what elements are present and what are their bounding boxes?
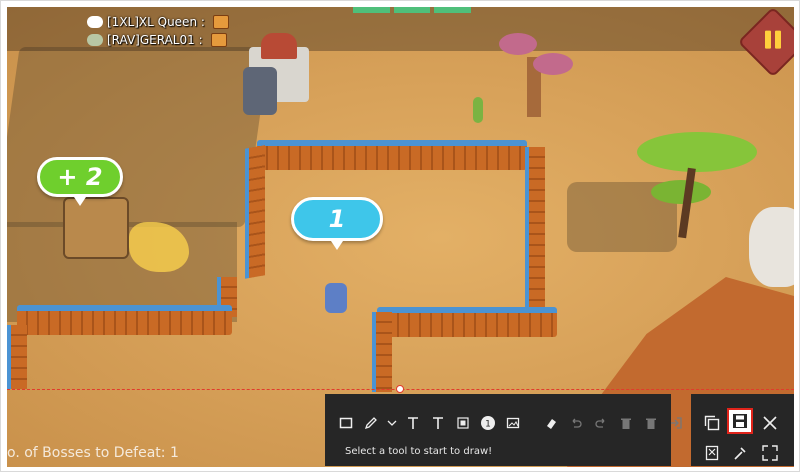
pause-icon — [763, 30, 783, 51]
reward-bubble: + 2 — [37, 157, 123, 206]
text-icon[interactable] — [402, 412, 424, 434]
pen-icon[interactable] — [360, 412, 382, 434]
action-bar — [691, 394, 794, 466]
delete-icon[interactable] — [615, 412, 637, 434]
close-icon[interactable] — [757, 410, 783, 436]
chat-row-1: [1XL]XL Queen : — [87, 15, 229, 29]
chat-bubble-icon — [87, 16, 103, 28]
cake-icon — [212, 15, 229, 29]
chevron-down-icon[interactable] — [385, 412, 399, 434]
chat-row-2: [RAV]GERAL01 : — [87, 33, 227, 47]
crown-icon — [87, 34, 103, 46]
tool-row: 1 — [335, 412, 690, 434]
text-box-icon[interactable] — [427, 412, 449, 434]
toolbar-hint: Select a tool to start to draw! — [345, 446, 493, 457]
undo-icon[interactable] — [565, 412, 587, 434]
eyedropper-icon[interactable] — [727, 440, 753, 466]
pin-icon[interactable] — [699, 440, 725, 466]
fence-left-bottom — [17, 305, 232, 335]
redo-icon[interactable] — [590, 412, 612, 434]
treasure-chest[interactable] — [63, 197, 129, 259]
svg-text:1: 1 — [485, 420, 491, 430]
exit-edit-icon[interactable] — [665, 412, 687, 434]
separator — [527, 412, 537, 434]
fence-right — [525, 147, 545, 312]
chat-row-2-name: [RAV]GERAL01 : — [107, 33, 203, 47]
terrain-shadow-left — [7, 47, 270, 227]
waypoint-bubble: 1 — [291, 197, 383, 250]
screenshot-frame: + 2 1 [1XL]XL Queen : [RAV]GERAL01 : o. … — [0, 0, 800, 472]
eraser-icon[interactable] — [540, 412, 562, 434]
selection-handle-mid[interactable] — [396, 385, 404, 393]
fence-inner-down — [372, 312, 392, 392]
fullscreen-icon[interactable] — [757, 440, 783, 466]
fog-cloud — [749, 207, 794, 287]
reward-bubble-text: + 2 — [57, 163, 103, 191]
drawing-toolbar: 1 Select a tool to start to draw! — [325, 394, 682, 466]
bosses-to-defeat-text: o. of Bosses to Defeat: 1 — [7, 445, 179, 461]
cactus — [473, 97, 483, 123]
save-icon[interactable] — [727, 408, 753, 434]
copy-icon[interactable] — [699, 410, 725, 436]
fence-top — [257, 140, 527, 170]
acacia-tree — [637, 132, 757, 242]
step-number-icon[interactable]: 1 — [477, 412, 499, 434]
player-soldier[interactable] — [325, 283, 347, 313]
fence-left-upper — [245, 145, 265, 279]
clear-all-icon[interactable] — [640, 412, 662, 434]
waypoint-bubble-text: 1 — [328, 205, 346, 233]
chat-row-1-name: [1XL]XL Queen : — [107, 15, 205, 29]
fence-right-bottom — [377, 307, 557, 337]
image-icon[interactable] — [502, 412, 524, 434]
desert-tree — [499, 27, 589, 122]
enemy-tower[interactable] — [235, 27, 315, 117]
top-progress-bar — [353, 7, 472, 13]
fence-far-left — [7, 325, 27, 389]
mosaic-icon[interactable] — [452, 412, 474, 434]
cake-icon — [210, 33, 227, 47]
rectangle-icon[interactable] — [335, 412, 357, 434]
